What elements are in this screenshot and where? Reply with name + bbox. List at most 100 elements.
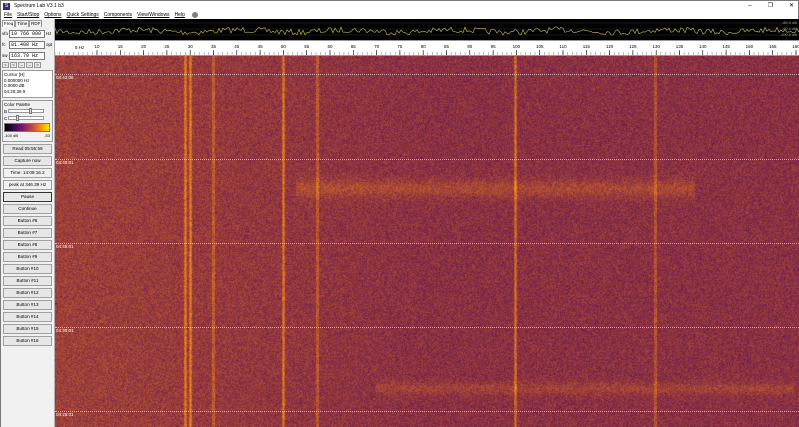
tick-label: 30 xyxy=(188,44,194,49)
contrast-slider[interactable] xyxy=(8,115,44,121)
tick-label: 140 xyxy=(699,44,707,49)
tick-label: 75 xyxy=(397,44,403,49)
peak-readout: peak at 346.39 Hz xyxy=(3,180,52,190)
status-indicator-icon xyxy=(191,12,198,18)
tab-rdf[interactable]: RDF xyxy=(29,20,43,27)
app-window: S Spectrum Lab V3.1 b3 – ❐ ✕ File Start/… xyxy=(0,0,799,427)
scroll-right-button[interactable]: > xyxy=(34,62,41,68)
tick-label: 160 xyxy=(792,44,799,49)
menu-help[interactable]: Help xyxy=(175,12,185,18)
contrast-slider-thumb[interactable] xyxy=(15,115,19,121)
waterfall-timestamp: 04:43:08 xyxy=(56,75,74,80)
tick-label: 10 xyxy=(94,44,100,49)
menu-view-windows[interactable]: View/Windows xyxy=(137,12,169,18)
tick-label: 15 xyxy=(118,44,124,49)
window-title: Spectrum Lab V3.1 b3 xyxy=(14,3,64,9)
tick-label: 55 xyxy=(304,44,310,49)
minimize-button[interactable]: – xyxy=(748,1,751,11)
tick-label: 120 xyxy=(606,44,614,49)
tick-label: 125 xyxy=(629,44,637,49)
menu-options[interactable]: Options xyxy=(44,12,61,18)
tick-label: 65 xyxy=(351,44,357,49)
cursor-time: 04:20:39.9 xyxy=(4,88,26,94)
sw-field[interactable]: 163.70 Hz xyxy=(9,51,45,60)
tab-freq[interactable]: Freq xyxy=(2,20,16,27)
waterfall-display[interactable]: 04:43:08 04:40:01 04:35:01 04:30:01 04:25:01 xyxy=(55,56,799,427)
tick-label: 100 xyxy=(513,44,521,49)
capture-now-button[interactable]: Capture now xyxy=(3,156,52,166)
vfo-field[interactable]: 10 766 000 xyxy=(9,29,45,38)
button-9[interactable]: Button #9 xyxy=(3,252,52,262)
frequency-scale-ticks: 5 Hz 10 15 20 25 30 35 40 45 50 55 60 65 70 75 80 85 90 95… xyxy=(55,44,799,55)
tick-label: 95 xyxy=(491,44,497,49)
button-7[interactable]: Button #7 xyxy=(3,228,52,238)
waterfall-time-gridline xyxy=(55,411,799,412)
button-6[interactable]: Button #6 xyxy=(3,216,52,226)
scroll-left-button[interactable]: < xyxy=(10,62,17,68)
read-button[interactable]: Read 05:55:59 xyxy=(3,144,52,154)
cursor-info: Cursor [H] 0.000000 Hz 0.0000 dB 04:20:3… xyxy=(2,70,53,98)
tick-label: 105 xyxy=(536,44,544,49)
scroll-left-fast-button[interactable]: < xyxy=(2,62,9,68)
spectrum-graph xyxy=(55,22,799,36)
tick-label: 85 xyxy=(444,44,450,49)
vfo-unit: Hz xyxy=(46,31,52,36)
brightness-slider[interactable] xyxy=(8,108,44,114)
zoom-out-button[interactable]: – xyxy=(18,62,25,68)
waterfall-time-gridline xyxy=(55,159,799,160)
menu-bar: File Start/Stop Options Quick Settings C… xyxy=(1,11,798,19)
menu-components[interactable]: Components xyxy=(104,12,132,18)
title-bar: S Spectrum Lab V3.1 b3 – ❐ ✕ xyxy=(1,1,798,11)
tick-label: 25 xyxy=(164,44,170,49)
tick-label: 150 xyxy=(746,44,754,49)
maximize-button[interactable]: ❐ xyxy=(768,1,773,11)
vfo-row: vfo 10 766 000 Hz xyxy=(2,29,53,38)
time-readout: Time: 14:09:16.2 xyxy=(3,168,52,178)
tick-label: 155 xyxy=(769,44,777,49)
button-10[interactable]: Button #10 xyxy=(3,264,52,274)
waterfall-time-gridline xyxy=(55,327,799,328)
color-palette-gradient[interactable] xyxy=(4,123,50,132)
tick-label: 35 xyxy=(211,44,217,49)
close-button[interactable]: ✕ xyxy=(789,1,794,11)
spectrum-level-label: -100.0 dB xyxy=(779,32,797,37)
spectrum-display[interactable]: -80.0 dB -90.0 dB -100.0 dB xyxy=(55,19,799,40)
sw-row: sw 163.70 Hz xyxy=(2,51,53,60)
fc-field[interactable]: 81.408 Hz xyxy=(9,40,45,49)
tick-label: 70 xyxy=(374,44,380,49)
button-8[interactable]: Button #8 xyxy=(3,240,52,250)
menu-start-stop[interactable]: Start/Stop xyxy=(17,12,39,18)
tick-label: 45 xyxy=(258,44,264,49)
fc-label: fc xyxy=(2,42,6,47)
brightness-slider-thumb[interactable] xyxy=(28,108,32,114)
button-16[interactable]: Button #16 xyxy=(3,336,52,346)
vfo-label: vfo xyxy=(2,31,9,36)
button-13[interactable]: Button #13 xyxy=(3,300,52,310)
button-11[interactable]: Button #11 xyxy=(3,276,52,286)
fc-row: fc 81.408 Hz opt xyxy=(2,40,53,49)
tick-label: 110 xyxy=(559,44,567,49)
button-14[interactable]: Button #14 xyxy=(3,312,52,322)
spectrum-trace xyxy=(55,26,799,36)
tick-label: 145 xyxy=(722,44,730,49)
waterfall-time-gridline xyxy=(55,74,799,75)
fc-unit[interactable]: opt xyxy=(46,42,52,47)
palette-scale-max: -53 xyxy=(44,133,50,138)
menu-quick-settings[interactable]: Quick Settings xyxy=(67,12,99,18)
left-control-panel: Freq Time RDF vfo 10 766 000 Hz fc 81.40… xyxy=(1,19,55,427)
button-12[interactable]: Button #12 xyxy=(3,288,52,298)
frequency-scale[interactable]: 5 Hz 10 15 20 25 30 35 40 45 50 55 60 65 70 75 80 85 90 95… xyxy=(55,40,799,56)
zoom-in-button[interactable]: – xyxy=(26,62,33,68)
user-buttons: Button #6 Button #7 Button #8 Button #9 … xyxy=(1,216,54,346)
waterfall-image xyxy=(55,56,799,427)
mode-tabs: Freq Time RDF xyxy=(2,20,53,27)
menu-file[interactable]: File xyxy=(4,12,12,18)
button-15[interactable]: Button #15 xyxy=(3,324,52,334)
tab-time[interactable]: Time xyxy=(15,20,30,27)
tick-label: 60 xyxy=(327,44,333,49)
scroll-buttons: < < – – > xyxy=(2,62,53,68)
palette-title: Color Palette xyxy=(4,102,31,107)
pause-button[interactable]: Pause xyxy=(3,192,52,202)
waterfall-timestamp: 04:25:01 xyxy=(56,412,74,417)
continue-button[interactable]: Continue xyxy=(3,204,52,214)
